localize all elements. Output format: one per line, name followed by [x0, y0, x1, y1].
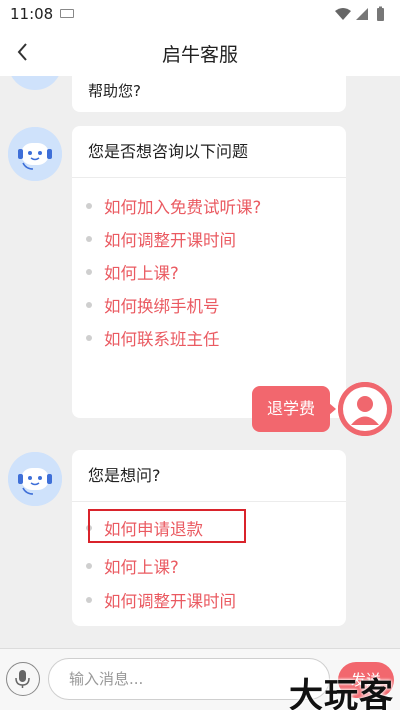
bot-avatar [8, 76, 62, 90]
bot-avatar [8, 452, 62, 506]
signal-icon [356, 8, 368, 20]
robot-icon [8, 452, 62, 506]
faq-option[interactable]: 如何调整开课时间 [86, 588, 236, 612]
chat-area[interactable]: 帮助您? 您是否想咨询以下问题 如何加入免费试听课? 如何调整开课时间 如何上课… [0, 76, 400, 648]
faq-option[interactable]: 如何换绑手机号 [86, 293, 220, 317]
faq-card: 您是否想咨询以下问题 如何加入免费试听课? 如何调整开课时间 如何上课? 如何换… [72, 126, 346, 418]
wifi-icon [335, 8, 351, 20]
message-input[interactable] [48, 658, 330, 700]
status-time: 11:08 [10, 5, 54, 23]
faq-option[interactable]: 如何联系班主任 [86, 326, 220, 350]
highlight-box [88, 509, 246, 543]
faq-option[interactable]: 如何上课? [86, 554, 179, 578]
microphone-button[interactable] [6, 662, 40, 696]
message-text: 帮助您? [88, 82, 141, 100]
system-status-icons [335, 6, 384, 21]
user-avatar [338, 382, 392, 436]
robot-icon [8, 127, 62, 181]
faq-card-heading: 您是否想咨询以下问题 [72, 126, 346, 178]
keyboard-icon [60, 9, 74, 18]
faq-option[interactable]: 如何加入免费试听课? [85, 194, 261, 218]
bot-message-partial: 帮助您? [72, 76, 346, 112]
user-message-bubble: 退学费 [252, 386, 336, 432]
bot-avatar [8, 127, 62, 181]
battery-icon [377, 8, 384, 21]
faq-card-heading: 您是想问? [72, 450, 346, 502]
microphone-icon [15, 670, 30, 688]
faq-option[interactable]: 如何上课? [86, 260, 179, 284]
status-bar: 11:08 [0, 0, 400, 28]
user-icon [338, 382, 392, 436]
watermark: 大玩客 [289, 676, 394, 710]
page-title: 启牛客服 [161, 44, 238, 66]
faq-option[interactable]: 如何调整开课时间 [86, 227, 236, 251]
nav-bar: 启牛客服 [0, 28, 400, 76]
